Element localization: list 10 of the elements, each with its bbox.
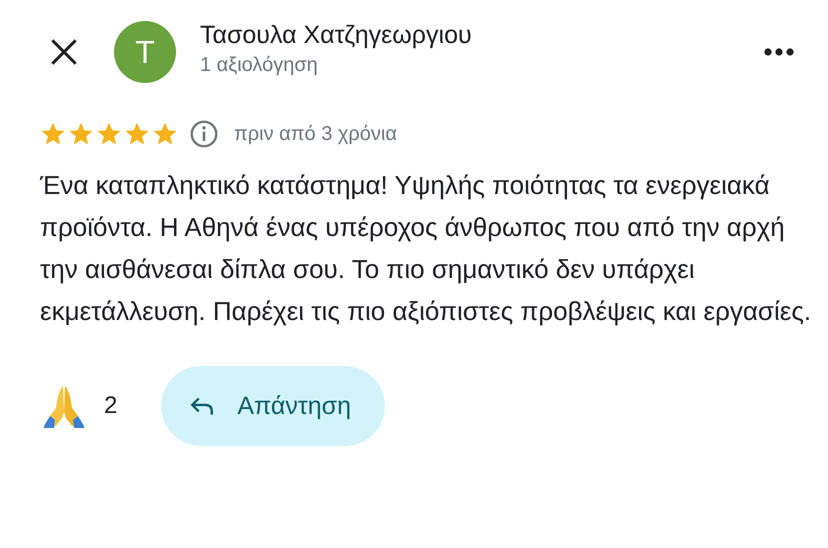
close-icon[interactable] (50, 38, 78, 66)
info-icon[interactable] (190, 120, 218, 148)
reply-button[interactable]: Απάντηση (161, 366, 385, 446)
avatar: T (114, 21, 176, 83)
review-text: Ένα καταπληκτικό κατάστημα! Υψηλής ποιότητας τα ενεργειακά προϊόντα. Η Αθηνά ένας υπέροχος άνθρωπος που από την αρχή την αισθάνεσαι δίπλα σου. Το πιο σημαντικό δεν υπάρχει εκμετάλλευση. Παρέχει τις πιο αξιόπιστες προβλέψεις και εργασίες. (40, 169, 812, 328)
review-count: 1 αξιολόγηση (200, 54, 319, 77)
reviewer-name: Τασουλα Χατζηγεωργιου (200, 21, 473, 50)
review-time: πριν από 3 χρόνια (234, 122, 397, 146)
reaction-count: 2 (104, 392, 118, 420)
more-icon[interactable] (764, 48, 794, 56)
